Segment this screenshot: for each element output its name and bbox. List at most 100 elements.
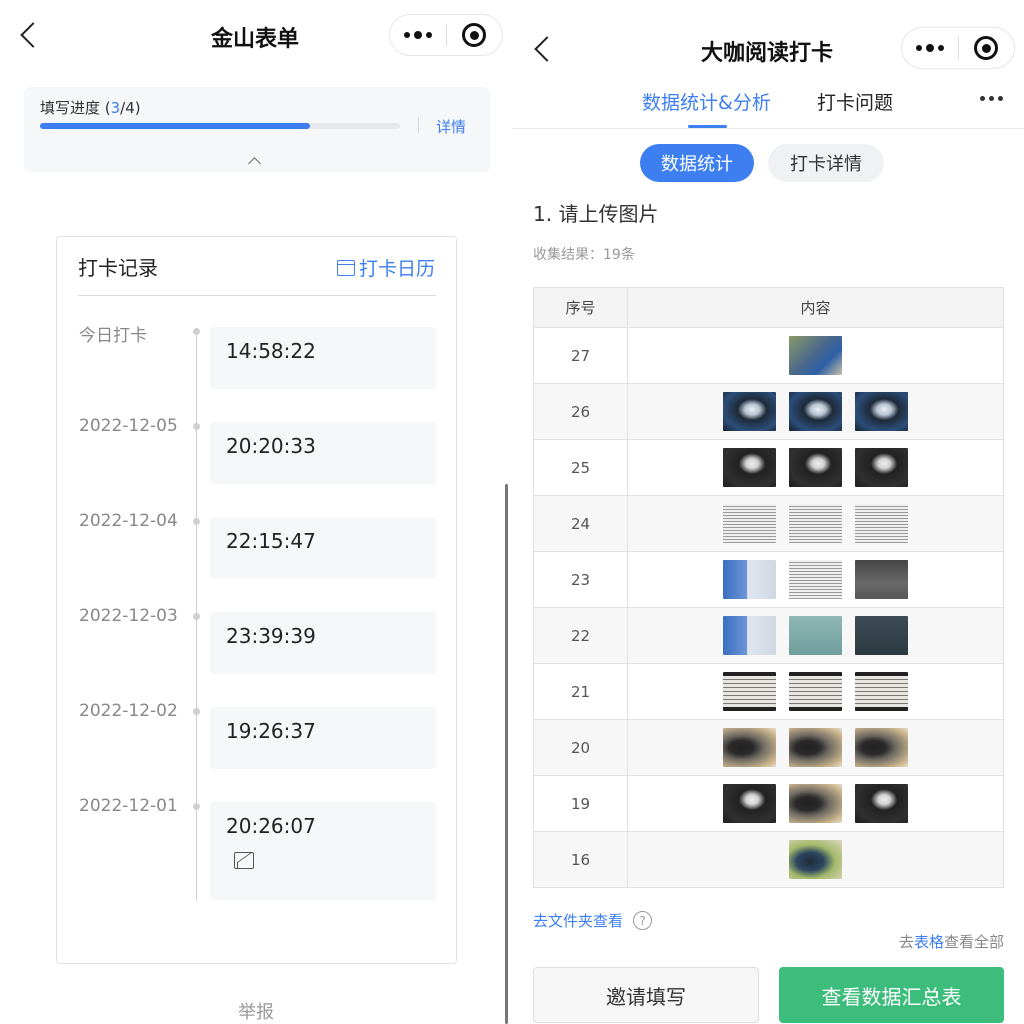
tabs-divider: [512, 128, 1024, 129]
progress-divider: [418, 117, 419, 133]
checkin-entry[interactable]: 20:20:33: [210, 422, 436, 484]
table-header-row: 序号 内容: [533, 287, 1004, 328]
table-row: 19: [533, 775, 1004, 832]
calendar-link-label: 打卡日历: [358, 258, 435, 280]
checkin-date: 2022-12-04: [79, 511, 178, 531]
progress-bar-fill: [40, 123, 310, 129]
image-thumbnail[interactable]: [855, 728, 908, 767]
image-thumbnail[interactable]: [723, 784, 776, 823]
row-content: [627, 327, 1004, 384]
table-row: 21: [533, 663, 1004, 720]
chevron-up-icon[interactable]: [248, 157, 261, 170]
row-content: [627, 719, 1004, 776]
checkin-date: 今日打卡: [79, 326, 147, 346]
image-thumbnail[interactable]: [855, 504, 908, 543]
left-screen: 金山表单 填写进度 (3/4) 详情 打卡记录 打卡日历 今日打卡 14:58:2…: [0, 0, 510, 1024]
more-menu-icon[interactable]: [902, 44, 958, 52]
image-thumbnail[interactable]: [723, 392, 776, 431]
image-thumbnail[interactable]: [855, 448, 908, 487]
image-thumbnail[interactable]: [723, 616, 776, 655]
checkin-date: 2022-12-02: [79, 701, 178, 721]
progress-detail-link[interactable]: 详情: [436, 116, 466, 137]
image-thumbnail[interactable]: [789, 560, 842, 599]
folder-link-label: 去文件夹查看: [533, 912, 624, 930]
row-content: [627, 383, 1004, 440]
image-thumbnail[interactable]: [723, 448, 776, 487]
image-thumbnail[interactable]: [855, 784, 908, 823]
timeline-dot: [193, 518, 200, 525]
progress-card: 填写进度 (3/4) 详情: [24, 87, 490, 172]
more-menu-icon[interactable]: [390, 31, 446, 39]
image-thumbnail[interactable]: [789, 336, 842, 375]
checkin-entry[interactable]: 19:26:37: [210, 707, 436, 769]
image-thumbnail[interactable]: [789, 784, 842, 823]
row-content: [627, 607, 1004, 664]
row-content: [627, 551, 1004, 608]
checkin-entry[interactable]: 23:39:39: [210, 612, 436, 674]
column-header-index: 序号: [533, 287, 628, 328]
row-index: 16: [533, 831, 628, 888]
back-chevron-icon[interactable]: [534, 36, 560, 62]
image-thumbnail[interactable]: [789, 616, 842, 655]
image-thumbnail[interactable]: [723, 504, 776, 543]
row-index: 20: [533, 719, 628, 776]
timeline-dot: [193, 803, 200, 810]
checkin-time: 20:26:07: [226, 814, 316, 838]
calendar-icon: [336, 259, 355, 276]
pill-checkin-details[interactable]: 打卡详情: [768, 144, 884, 182]
image-thumbnail[interactable]: [723, 672, 776, 711]
image-thumbnail[interactable]: [789, 504, 842, 543]
invite-fill-button[interactable]: 邀请填写: [533, 967, 759, 1023]
table-row: 27: [533, 327, 1004, 384]
checkin-time: 20:20:33: [226, 434, 316, 458]
progress-bar: [40, 123, 400, 129]
timeline-dot: [193, 328, 200, 335]
help-icon[interactable]: ?: [633, 911, 653, 930]
results-table: 序号 内容 27 26 25 24 23 22 21 20 19 16: [533, 287, 1004, 888]
table-row: 25: [533, 439, 1004, 496]
tab-data-statistics[interactable]: 数据统计&分析: [642, 88, 771, 115]
image-thumbnail[interactable]: [855, 672, 908, 711]
row-content: [627, 775, 1004, 832]
image-thumbnail[interactable]: [723, 728, 776, 767]
tabs-more-icon[interactable]: [980, 96, 1003, 101]
view-summary-button[interactable]: 查看数据汇总表: [779, 967, 1004, 1023]
image-thumbnail[interactable]: [855, 560, 908, 599]
view-in-folder-link[interactable]: 去文件夹查看 ?: [533, 910, 653, 931]
checkin-entry[interactable]: 22:15:47: [210, 517, 436, 579]
row-content: [627, 831, 1004, 888]
image-thumbnail[interactable]: [855, 616, 908, 655]
image-thumbnail[interactable]: [789, 392, 842, 431]
image-thumbnail[interactable]: [789, 840, 842, 879]
checkin-calendar-link[interactable]: 打卡日历: [336, 254, 435, 281]
pill-data-statistics[interactable]: 数据统计: [640, 144, 754, 182]
checkin-entry[interactable]: 14:58:22: [210, 327, 436, 389]
image-thumbnail[interactable]: [855, 392, 908, 431]
record-divider: [78, 295, 436, 296]
timeline-dot: [193, 708, 200, 715]
table-link[interactable]: 表格: [914, 933, 944, 951]
image-thumbnail[interactable]: [789, 728, 842, 767]
image-thumbnail[interactable]: [789, 672, 842, 711]
image-thumbnail[interactable]: [789, 448, 842, 487]
close-mini-program-icon[interactable]: [958, 36, 1014, 60]
table-row: 16: [533, 831, 1004, 888]
question-title: 1. 请上传图片: [533, 202, 659, 226]
row-index: 24: [533, 495, 628, 552]
checkin-time: 22:15:47: [226, 529, 316, 553]
close-mini-program-icon[interactable]: [446, 23, 502, 47]
back-chevron-icon[interactable]: [20, 22, 46, 48]
row-index: 23: [533, 551, 628, 608]
table-row: 24: [533, 495, 1004, 552]
scrollbar[interactable]: [505, 484, 508, 1024]
image-icon[interactable]: [234, 852, 254, 869]
report-link[interactable]: 举报: [0, 998, 512, 1024]
table-row: 20: [533, 719, 1004, 776]
row-index: 21: [533, 663, 628, 720]
progress-current: 3: [110, 99, 121, 117]
table-row: 22: [533, 607, 1004, 664]
checkin-entry[interactable]: 20:26:07: [210, 802, 436, 900]
timeline-dot: [193, 613, 200, 620]
image-thumbnail[interactable]: [723, 560, 776, 599]
tab-checkin-questions[interactable]: 打卡问题: [817, 88, 893, 115]
